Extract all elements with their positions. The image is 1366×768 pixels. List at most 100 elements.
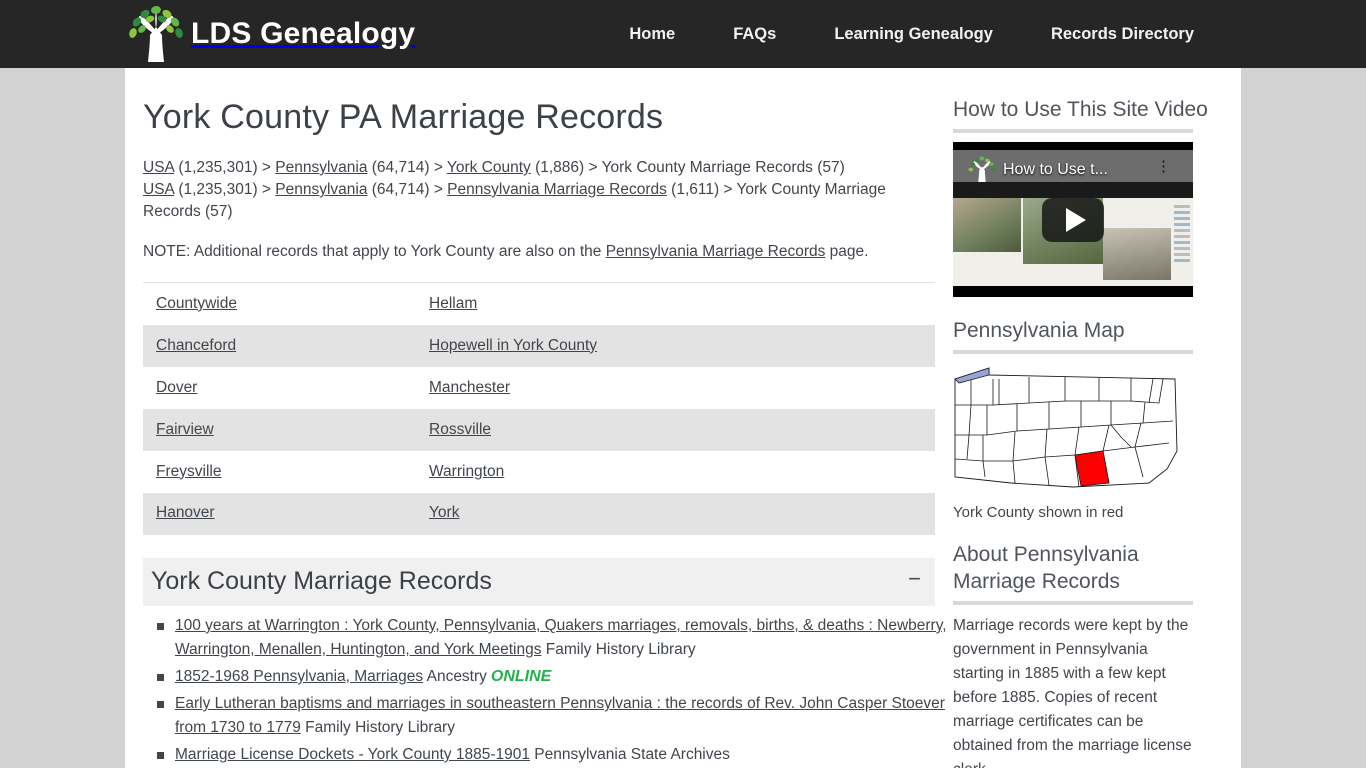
video-thumbnail[interactable]: How to Use t... ⋮ [953, 142, 1193, 297]
place-link[interactable]: Hanover [156, 504, 215, 521]
record-source: Family History Library [541, 641, 696, 658]
kebab-menu-icon[interactable]: ⋮ [1156, 159, 1171, 174]
map-section-heading: Pennsylvania Map [953, 319, 1125, 342]
breadcrumb: USA (1,235,301) > Pennsylvania (64,714) … [143, 157, 935, 223]
record-link[interactable]: Early Lutheran baptisms and marriages in… [175, 695, 945, 736]
place-link[interactable]: Countywide [156, 295, 237, 312]
breadcrumb-link[interactable]: Pennsylvania [275, 159, 367, 176]
sidebar-map-section: Pennsylvania Map York County shown in re… [953, 317, 1223, 521]
place-link[interactable]: York [429, 504, 459, 521]
content-shell: York County PA Marriage Records USA (1,2… [125, 68, 1241, 768]
table-row: Hanover York [143, 492, 935, 535]
table-cell: Rossville [416, 409, 935, 451]
table-row: Fairview Rossville [143, 408, 935, 451]
place-link[interactable]: Rossville [429, 421, 491, 438]
site-logo-link[interactable]: LDS Genealogy [125, 0, 415, 68]
about-section-heading: About Pennsylvania Marriage Records [953, 543, 1139, 593]
video-thumb-textlines [1171, 198, 1193, 286]
main-content: York County PA Marriage Records USA (1,2… [125, 68, 947, 768]
record-source: Family History Library [300, 719, 455, 736]
video-heading-rule [953, 129, 1193, 133]
sidebar-video-section: How to Use This Site Video How to Use t.… [953, 96, 1223, 297]
record-link[interactable]: 1852-1968 Pennsylvania, Marriages [175, 668, 423, 685]
table-cell: Dover [143, 367, 416, 409]
table-cell: York [416, 493, 935, 535]
breadcrumb-link[interactable]: USA [143, 181, 174, 198]
record-source: Pennsylvania State Archives [529, 746, 730, 763]
york-county-highlight [1074, 450, 1110, 487]
records-list: 100 years at Warrington : York County, P… [143, 614, 953, 768]
records-accordion-header[interactable]: York County Marriage Records − [143, 558, 935, 606]
table-row: Freysville Warrington [143, 450, 935, 493]
table-cell: Fairview [143, 409, 416, 451]
table-cell: Manchester [416, 367, 935, 409]
page-title: York County PA Marriage Records [143, 98, 664, 136]
record-link[interactable]: Marriage License Dockets - York County 1… [175, 746, 530, 763]
about-section-body: Marriage records were kept by the govern… [953, 617, 1192, 768]
breadcrumb-text: (64,714) > [367, 159, 447, 176]
sidebar-about-section: About Pennsylvania Marriage Records Marr… [953, 541, 1223, 768]
map-heading-rule [953, 350, 1193, 354]
breadcrumb-link[interactable]: USA [143, 159, 174, 176]
breadcrumb-line: USA (1,235,301) > Pennsylvania (64,714) … [143, 157, 935, 179]
site-header: LDS Genealogy Home FAQs Learning Genealo… [0, 0, 1366, 68]
table-row: Dover Manchester [143, 366, 935, 409]
place-link[interactable]: Chanceford [156, 337, 236, 354]
nav-item-records-directory[interactable]: Records Directory [1022, 25, 1223, 44]
place-link[interactable]: Dover [156, 379, 197, 396]
video-thumb-title: How to Use t... [1003, 161, 1108, 178]
table-row: Chanceford Hopewell in York County [143, 324, 935, 367]
breadcrumb-text: (1,886) > York County Marriage Records (… [530, 159, 845, 176]
note-text: NOTE: Additional records that apply to Y… [143, 243, 935, 261]
nav-item-home[interactable]: Home [600, 25, 704, 44]
place-link[interactable]: Warrington [429, 463, 504, 480]
minus-icon[interactable]: − [908, 568, 921, 590]
table-row: Countywide Hellam [143, 282, 935, 325]
table-cell: Warrington [416, 451, 935, 493]
place-link[interactable]: Freysville [156, 463, 221, 480]
place-link[interactable]: Hellam [429, 295, 477, 312]
page-root: LDS Genealogy Home FAQs Learning Genealo… [0, 0, 1366, 768]
note-suffix: page. [825, 243, 869, 260]
about-heading-rule [953, 601, 1193, 605]
note-prefix: NOTE: Additional records that apply to Y… [143, 243, 606, 260]
video-thumb-navbar [953, 182, 1193, 198]
list-item: Early Lutheran baptisms and marriages in… [157, 692, 953, 740]
table-cell: Chanceford [143, 325, 416, 367]
sidebar: How to Use This Site Video How to Use t.… [935, 68, 1223, 768]
main-navigation: Home FAQs Learning Genealogy Records Dir… [600, 25, 1223, 44]
table-cell: Countywide [143, 283, 416, 325]
brand-name: LDS Genealogy [191, 17, 416, 50]
breadcrumb-line: USA (1,235,301) > Pennsylvania (64,714) … [143, 179, 935, 223]
map-caption: York County shown in red [953, 504, 1124, 521]
table-cell: Freysville [143, 451, 416, 493]
list-item: Marriage License Dockets - York County 1… [157, 743, 953, 767]
breadcrumb-text: (1,235,301) > [174, 181, 276, 198]
pennsylvania-map-icon [954, 367, 1178, 488]
play-button-icon[interactable] [1042, 197, 1104, 242]
list-item: 100 years at Warrington : York County, P… [157, 614, 953, 662]
breadcrumb-link[interactable]: Pennsylvania [275, 181, 367, 198]
tree-logo-icon [129, 5, 183, 62]
records-accordion-title: York County Marriage Records [151, 567, 492, 595]
table-cell: Hopewell in York County [416, 325, 935, 367]
place-link[interactable]: Fairview [156, 421, 214, 438]
place-link[interactable]: Manchester [429, 379, 510, 396]
table-cell: Hanover [143, 493, 416, 535]
breadcrumb-text: (64,714) > [367, 181, 448, 198]
note-link-pennsylvania-marriage-records[interactable]: Pennsylvania Marriage Records [606, 243, 826, 260]
video-photo-1 [953, 198, 1021, 252]
place-link[interactable]: Hopewell in York County [429, 337, 597, 354]
table-cell: Hellam [416, 283, 935, 325]
list-item: 1852-1968 Pennsylvania, Marriages Ancest… [157, 665, 953, 689]
breadcrumb-text: (1,235,301) > [174, 159, 276, 176]
breadcrumb-link[interactable]: York County [447, 159, 531, 176]
nav-item-faqs[interactable]: FAQs [704, 25, 805, 44]
record-source: Ancestry [423, 668, 487, 685]
nav-item-learning-genealogy[interactable]: Learning Genealogy [805, 25, 1022, 44]
video-section-heading: How to Use This Site Video [953, 98, 1208, 121]
breadcrumb-link[interactable]: Pennsylvania Marriage Records [447, 181, 667, 198]
video-photo-3 [1103, 228, 1171, 280]
online-badge: ONLINE [490, 668, 552, 685]
places-table: Countywide Hellam Chanceford Hopewell in Yo… [143, 282, 935, 535]
